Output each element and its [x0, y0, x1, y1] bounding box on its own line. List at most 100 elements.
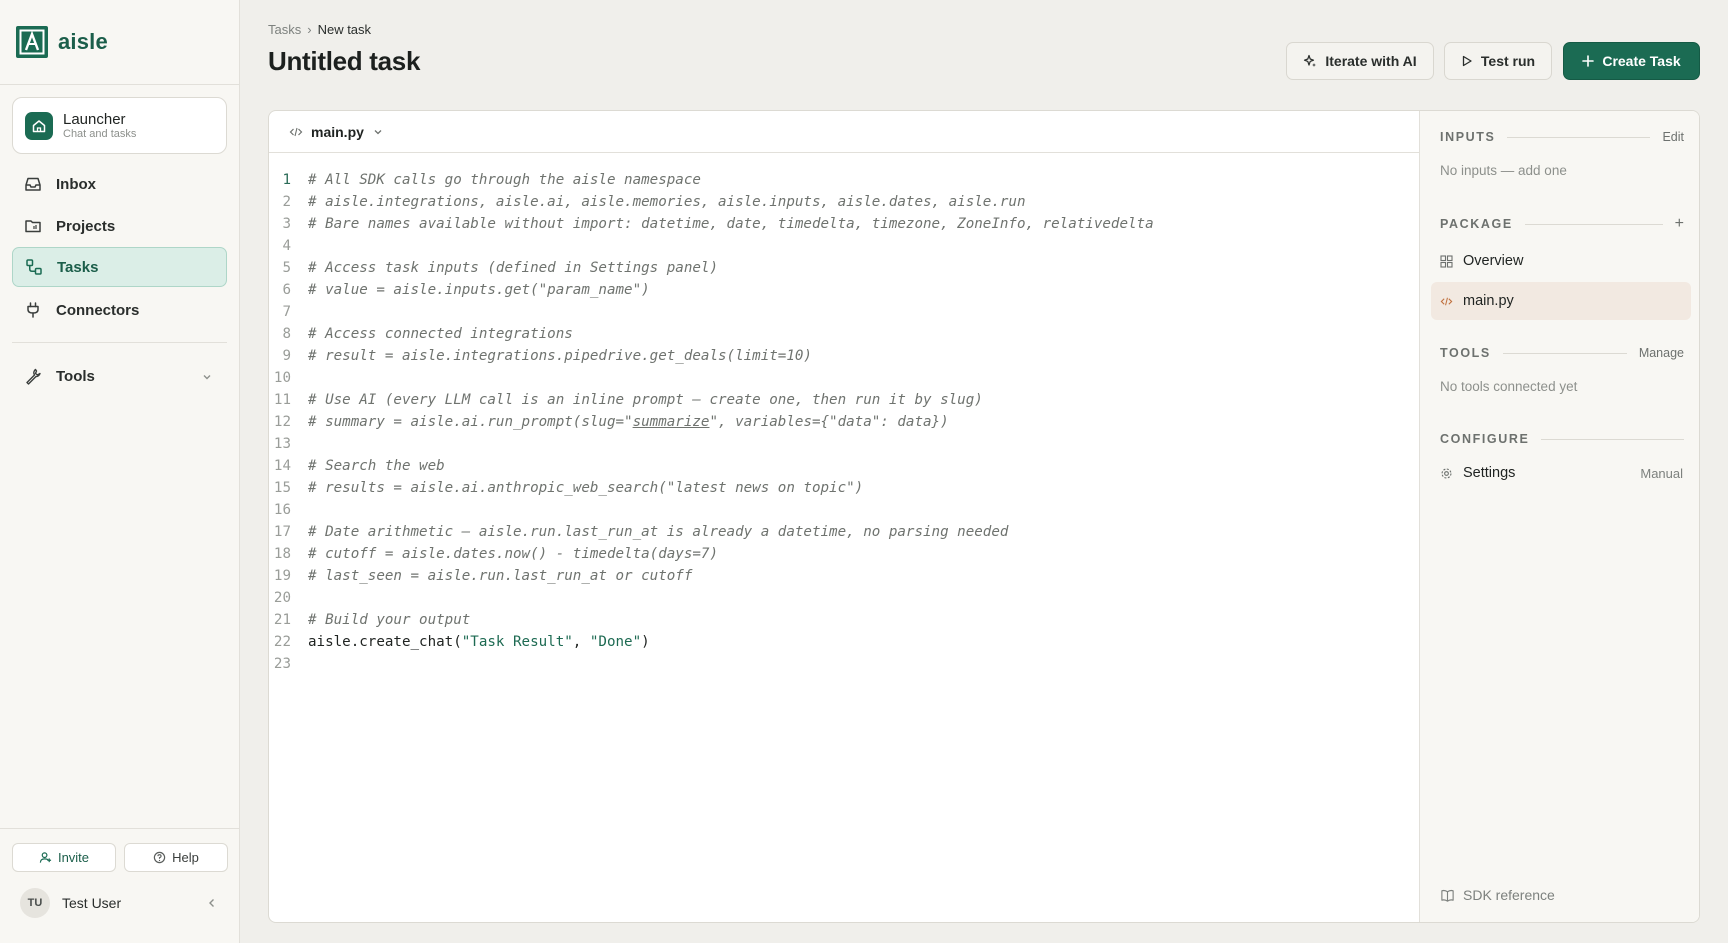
- code-line[interactable]: 6 # value = aisle.inputs.get("param_name"…: [269, 279, 1419, 301]
- edit-inputs-link[interactable]: Edit: [1662, 130, 1684, 144]
- code-line[interactable]: 9 # result = aisle.integrations.pipedrive…: [269, 345, 1419, 367]
- line-number: 22: [273, 634, 291, 650]
- package-item-label: main.py: [1463, 293, 1514, 309]
- divider: [0, 84, 239, 85]
- code-text: # Access connected integrations: [308, 326, 573, 342]
- code-line[interactable]: 10: [269, 367, 1419, 389]
- page-title[interactable]: Untitled task: [268, 46, 420, 77]
- code-line[interactable]: 3 # Bare names available without import: …: [269, 213, 1419, 235]
- code-link-slug[interactable]: summarize: [633, 414, 710, 430]
- inputs-section-header: INPUTS Edit: [1440, 129, 1684, 145]
- breadcrumb-root[interactable]: Tasks: [268, 22, 301, 37]
- add-file-button[interactable]: +: [1675, 215, 1684, 233]
- code-text: # Use AI (every LLM call is an inline pr…: [308, 392, 983, 408]
- code-line[interactable]: 11 # Use AI (every LLM call is an inline …: [269, 389, 1419, 411]
- inputs-empty-text[interactable]: No inputs — add one: [1440, 163, 1567, 178]
- line-number: 5: [282, 260, 291, 276]
- breadcrumb: Tasks › New task: [268, 22, 371, 37]
- package-item-main-py[interactable]: main.py: [1431, 282, 1691, 320]
- code-line[interactable]: 17 # Date arithmetic — aisle.run.last_run…: [269, 521, 1419, 543]
- line-number: 23: [273, 656, 291, 672]
- user-menu[interactable]: TU Test User: [20, 888, 220, 918]
- chevron-down-icon[interactable]: [201, 370, 213, 387]
- breadcrumb-current: New task: [317, 22, 372, 37]
- line-number: 9: [282, 348, 291, 364]
- code-icon: [289, 127, 303, 136]
- task-side-panel: INPUTS Edit No inputs — add one PACKAGE …: [1419, 111, 1699, 922]
- code-line[interactable]: 1 # All SDK calls go through the aisle na…: [269, 169, 1419, 191]
- manage-tools-link[interactable]: Manage: [1639, 346, 1684, 360]
- code-line[interactable]: 20: [269, 587, 1419, 609]
- sidebar-item-tasks[interactable]: Tasks: [12, 247, 227, 287]
- folder-icon: [24, 217, 42, 235]
- divider: [1507, 136, 1651, 138]
- code-line[interactable]: 23: [269, 653, 1419, 675]
- code-line[interactable]: 12 # summary = aisle.ai.run_prompt(slug="…: [269, 411, 1419, 433]
- file-tab[interactable]: main.py: [311, 124, 364, 140]
- sparkles-icon: [1304, 54, 1317, 67]
- help-label: Help: [172, 850, 199, 865]
- code-line[interactable]: 18 # cutoff = aisle.dates.now() - timedel…: [269, 543, 1419, 565]
- sidebar-item-connectors[interactable]: Connectors: [12, 290, 227, 330]
- workflow-icon: [25, 258, 43, 276]
- chevron-left-icon[interactable]: [205, 896, 219, 915]
- package-item-overview[interactable]: Overview: [1431, 242, 1691, 280]
- sidebar-item-label: Tools: [56, 367, 95, 385]
- code-token: ,: [572, 634, 590, 650]
- code-line[interactable]: 13: [269, 433, 1419, 455]
- code-line[interactable]: 19 # last_seen = aisle.run.last_run_at or…: [269, 565, 1419, 587]
- code-line[interactable]: 21 # Build your output: [269, 609, 1419, 631]
- code-line[interactable]: 8 # Access connected integrations: [269, 323, 1419, 345]
- chevron-down-icon[interactable]: [372, 126, 384, 138]
- invite-button[interactable]: Invite: [12, 843, 116, 872]
- code-line[interactable]: 2 # aisle.integrations, aisle.ai, aisle.m…: [269, 191, 1419, 213]
- help-button[interactable]: Help: [124, 843, 228, 872]
- code-line[interactable]: 14 # Search the web: [269, 455, 1419, 477]
- code-line[interactable]: 4: [269, 235, 1419, 257]
- configure-item-settings[interactable]: Settings Manual: [1431, 454, 1691, 492]
- section-title: TOOLS: [1440, 346, 1491, 360]
- code-text: # last_seen = aisle.run.last_run_at or c…: [308, 568, 693, 584]
- gear-icon: [1441, 467, 1452, 479]
- code-text: # aisle.integrations, aisle.ai, aisle.me…: [308, 194, 1026, 210]
- divider: [0, 828, 239, 829]
- launcher-title: Launcher: [63, 110, 126, 128]
- code-editor[interactable]: main.py 1 # All SDK calls go through the …: [269, 111, 1419, 922]
- sdk-reference-link[interactable]: SDK reference: [1440, 887, 1555, 903]
- avatar: TU: [20, 888, 50, 918]
- sidebar-item-label: Connectors: [56, 301, 140, 319]
- code-line[interactable]: 22 aisle.create_chat("Task Result", "Done…: [269, 631, 1419, 653]
- code-text: # result = aisle.integrations.pipedrive.…: [308, 348, 812, 364]
- code-line[interactable]: 7: [269, 301, 1419, 323]
- file-tab-bar: main.py: [269, 111, 1419, 153]
- inbox-icon: [24, 175, 42, 193]
- tools-empty-text: No tools connected yet: [1440, 379, 1578, 394]
- create-task-button[interactable]: Create Task: [1563, 42, 1700, 80]
- code-text: # Search the web: [308, 458, 445, 474]
- launcher-card[interactable]: Launcher Chat and tasks: [12, 97, 227, 154]
- user-plus-icon: [39, 852, 52, 863]
- sidebar-item-inbox[interactable]: Inbox: [12, 164, 227, 204]
- test-run-button[interactable]: Test run: [1444, 42, 1552, 80]
- sidebar-item-label: Tasks: [57, 258, 99, 276]
- sidebar-item-projects[interactable]: Projects: [12, 206, 227, 246]
- invite-label: Invite: [57, 850, 90, 865]
- sidebar-item-tools[interactable]: Tools: [12, 356, 227, 396]
- settings-label: Settings: [1463, 465, 1516, 481]
- line-number: 14: [273, 458, 291, 474]
- code-comment: # summary = aisle.ai.run_prompt(slug=": [308, 414, 633, 430]
- create-task-label: Create Task: [1602, 53, 1681, 69]
- brand[interactable]: aisle: [16, 26, 108, 58]
- code-lines[interactable]: 1 # All SDK calls go through the aisle na…: [269, 169, 1419, 675]
- code-line[interactable]: 5 # Access task inputs (defined in Settin…: [269, 257, 1419, 279]
- section-title: CONFIGURE: [1440, 432, 1530, 446]
- code-text: # Build your output: [308, 612, 471, 628]
- code-line[interactable]: 15 # results = aisle.ai.anthropic_web_sea…: [269, 477, 1419, 499]
- iterate-with-ai-button[interactable]: Iterate with AI: [1286, 42, 1434, 80]
- configure-section-header: CONFIGURE: [1440, 431, 1684, 447]
- book-icon: [1441, 889, 1454, 902]
- user-name: Test User: [62, 895, 122, 911]
- code-text: # All SDK calls go through the aisle nam…: [308, 172, 701, 188]
- line-number: 2: [282, 194, 291, 210]
- code-line[interactable]: 16: [269, 499, 1419, 521]
